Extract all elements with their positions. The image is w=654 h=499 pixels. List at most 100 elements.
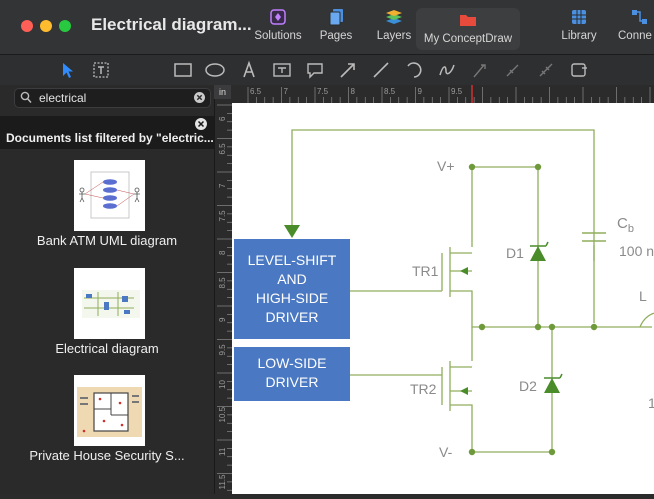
ruler-label: 11	[218, 447, 227, 456]
smart-connector-icon[interactable]	[503, 60, 523, 80]
documents-sidebar: electrical Documents list filtered by "e…	[0, 85, 214, 494]
connectors-label: Conne	[618, 30, 652, 42]
tr2-arrow	[460, 387, 468, 395]
arc-icon[interactable]	[404, 60, 424, 80]
ruler-label: 9.5	[218, 344, 227, 356]
document-name: Private House Security S...	[29, 448, 185, 463]
zoom-window-button[interactable]	[59, 20, 71, 32]
window-title: Electrical diagram...	[91, 15, 252, 34]
ellipse-icon[interactable]	[205, 60, 225, 80]
cb-value: 100 n	[619, 243, 654, 259]
freehand-icon[interactable]	[437, 60, 457, 80]
chain-connector-icon[interactable]	[536, 60, 556, 80]
cb-main: C	[617, 215, 628, 232]
ruler-label: 7	[284, 87, 289, 96]
low-side-driver-box[interactable]: LOW-SIDE DRIVER	[234, 347, 350, 401]
arrow-line-icon[interactable]	[338, 60, 358, 80]
tr1-label: TR1	[412, 263, 439, 279]
box1-line2: AND	[277, 271, 307, 287]
title-bar: Electrical diagram... Solutions Pages La…	[0, 0, 654, 55]
bank-atm-thumbnail	[74, 160, 145, 231]
connectors-button[interactable]: Conne	[618, 8, 654, 50]
drawing-toolbar	[0, 55, 654, 86]
ruler-label: 6.5	[218, 143, 227, 155]
text-frame-icon[interactable]	[272, 60, 292, 80]
library-button[interactable]: Library	[558, 8, 600, 50]
ruler-label: 9	[418, 87, 423, 96]
vminus-label: V-	[439, 444, 453, 460]
tr2-label: TR2	[410, 381, 437, 397]
layers-label: Layers	[376, 30, 412, 42]
search-icon	[20, 91, 32, 104]
filter-header: Documents list filtered by "electric...	[0, 116, 214, 149]
ruler-label: 7.5	[218, 210, 227, 222]
tr1-arrow	[460, 267, 468, 275]
l-inductor	[639, 312, 654, 328]
solutions-button[interactable]: Solutions	[252, 8, 304, 50]
horizontal-ruler[interactable]: 6.5 7 7.5 8 8.5 9 9.5	[232, 85, 654, 103]
ruler-label: 10	[218, 380, 227, 389]
pointer-arrow-icon[interactable]	[58, 60, 78, 80]
ruler-label: 7.5	[317, 87, 329, 96]
ruler-label: 9.5	[451, 87, 463, 96]
line-icon[interactable]	[371, 60, 391, 80]
layers-button[interactable]: Layers	[372, 8, 416, 50]
ruler-label: 8.5	[218, 277, 227, 289]
filter-title: Documents list filtered by "electric...	[6, 131, 214, 145]
vertical-ruler-ticks: 6 6.5 7 7.5 8 8.5 9 9.5 10 10.5 11 11.5	[217, 104, 233, 491]
insert-shape-icon[interactable]	[569, 60, 589, 80]
text-icon[interactable]	[239, 60, 259, 80]
solutions-icon	[270, 9, 286, 25]
document-name: Bank ATM UML diagram	[36, 233, 178, 248]
ruler-label: 6	[218, 116, 227, 121]
box1-line4: DRIVER	[265, 309, 319, 325]
cb-label: Cb	[617, 215, 634, 235]
box2-line1: LOW-SIDE	[257, 355, 327, 371]
document-name: Electrical diagram	[55, 341, 159, 356]
close-window-button[interactable]	[21, 20, 33, 32]
ruler-label: 9	[218, 317, 227, 322]
horizontal-ruler-ticks: 6.5 7 7.5 8 8.5 9 9.5	[247, 85, 651, 103]
ruler-label: 8	[351, 87, 356, 96]
level-shift-driver-box[interactable]: LEVEL-SHIFT AND HIGH-SIDE DRIVER	[234, 239, 350, 339]
d1-diode	[530, 246, 546, 261]
connectors-icon	[632, 10, 647, 24]
drawing-canvas[interactable]: LEVEL-SHIFT AND HIGH-SIDE DRIVER LOW-SID…	[232, 103, 654, 494]
bezier-icon[interactable]	[470, 60, 490, 80]
my-conceptdraw-label: My ConceptDraw	[423, 33, 513, 45]
layers-icon	[386, 10, 402, 24]
feedback-arrowhead	[284, 225, 300, 238]
solutions-label: Solutions	[254, 30, 302, 42]
pages-button[interactable]: Pages	[316, 8, 356, 50]
ruler-label: 8	[218, 250, 227, 255]
pages-label: Pages	[319, 30, 353, 42]
box1-line1: LEVEL-SHIFT	[247, 252, 337, 268]
folder-icon	[460, 15, 476, 26]
d2-diode	[544, 378, 560, 393]
vertical-ruler[interactable]: 6 6.5 7 7.5 8 8.5 9 9.5 10 10.5 11 11.5	[214, 85, 233, 494]
ruler-label: 8.5	[384, 87, 396, 96]
text-box-icon[interactable]	[91, 60, 111, 80]
library-label: Library	[561, 30, 597, 42]
close-filter-icon[interactable]	[195, 118, 207, 130]
vplus-label: V+	[437, 158, 455, 174]
rectangle-icon[interactable]	[173, 60, 193, 80]
clear-search-icon[interactable]	[194, 92, 205, 103]
search-field[interactable]: electrical	[14, 88, 211, 108]
ruler-label: 11.5	[218, 474, 227, 490]
ruler-label: 6.5	[250, 87, 262, 96]
ruler-label: 7	[218, 183, 227, 188]
box1-line3: HIGH-SIDE	[255, 290, 329, 306]
callout-icon[interactable]	[305, 60, 325, 80]
library-grid-icon	[572, 10, 586, 24]
d1-label: D1	[506, 245, 524, 261]
my-conceptdraw-button[interactable]: My ConceptDraw	[416, 8, 520, 50]
right-fragment-label: 1	[648, 395, 654, 411]
ruler-unit-button[interactable]: in	[214, 85, 231, 99]
box2-line2: DRIVER	[265, 374, 319, 390]
electrical-diagram-thumbnail	[74, 268, 145, 339]
cb-subscript: b	[627, 223, 634, 235]
pages-icon	[329, 9, 343, 26]
search-input-value[interactable]: electrical	[39, 91, 86, 105]
minimize-window-button[interactable]	[40, 20, 52, 32]
